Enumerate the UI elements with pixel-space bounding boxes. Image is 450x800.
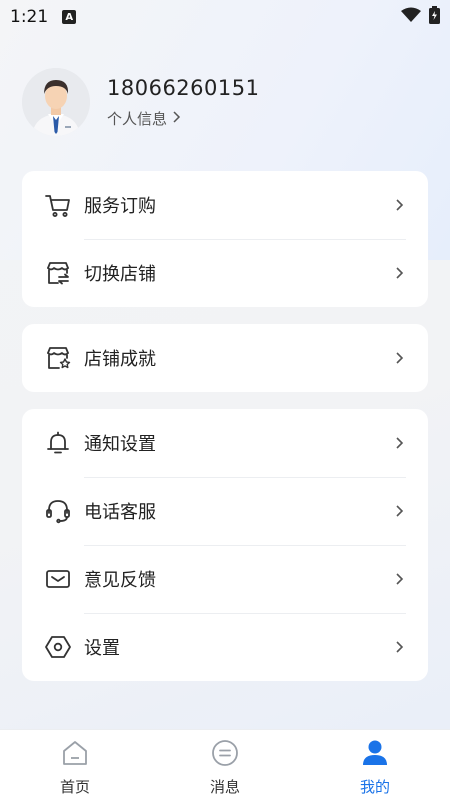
menu-card-settings: 通知设置 电话客服 意见反馈 设置 <box>22 409 428 681</box>
menu-item-label: 切换店铺 <box>84 264 156 285</box>
store-achievement-icon <box>44 344 72 372</box>
menu-item-label: 电话客服 <box>84 502 156 523</box>
chevron-right-icon <box>392 640 406 654</box>
menu-item-switch-store[interactable]: 切换店铺 <box>22 239 428 307</box>
tab-label: 我的 <box>359 778 390 796</box>
menu-item-label: 意见反馈 <box>84 570 156 591</box>
personal-info-link[interactable]: 个人信息 <box>107 108 259 129</box>
chevron-right-icon <box>392 504 406 518</box>
phone-number: 18066260151 <box>107 75 260 100</box>
user-icon <box>360 738 390 772</box>
home-icon <box>60 738 90 772</box>
headset-icon <box>44 497 72 525</box>
battery-icon <box>429 5 440 29</box>
menu-item-label: 通知设置 <box>84 434 156 455</box>
mail-icon <box>44 565 72 593</box>
avatar[interactable] <box>22 68 90 136</box>
chevron-right-icon <box>392 198 406 212</box>
profile-header: 18066260151 个人信息 <box>22 68 259 136</box>
tab-messages[interactable]: 消息 <box>150 730 300 800</box>
tab-label: 首页 <box>59 778 90 796</box>
status-time: 1:21 <box>10 7 49 27</box>
status-indicators <box>401 5 440 29</box>
menu-item-phone-support[interactable]: 电话客服 <box>22 477 428 545</box>
menu-item-feedback[interactable]: 意见反馈 <box>22 545 428 613</box>
menu-item-service-order[interactable]: 服务订购 <box>22 171 428 239</box>
menu-item-label: 设置 <box>84 638 120 659</box>
menu-item-notification-settings[interactable]: 通知设置 <box>22 409 428 477</box>
cart-icon <box>44 191 72 219</box>
store-switch-icon <box>44 259 72 287</box>
status-bar: 1:21 A <box>0 0 450 34</box>
tab-mine[interactable]: 我的 <box>300 730 450 800</box>
wifi-icon <box>401 7 421 28</box>
chevron-right-icon <box>392 572 406 586</box>
menu-item-label: 服务订购 <box>84 196 156 217</box>
message-icon <box>210 738 240 772</box>
settings-hex-icon <box>44 633 72 661</box>
chevron-right-icon <box>171 109 181 127</box>
bottom-tab-bar: 首页 消息 我的 <box>0 729 450 800</box>
chevron-right-icon <box>392 266 406 280</box>
chevron-right-icon <box>392 436 406 450</box>
chevron-right-icon <box>392 351 406 365</box>
tab-home[interactable]: 首页 <box>0 730 150 800</box>
menu-item-settings[interactable]: 设置 <box>22 613 428 681</box>
bell-icon <box>44 429 72 457</box>
personal-info-label: 个人信息 <box>107 109 168 128</box>
menu-card-achievement: 店铺成就 <box>22 324 428 392</box>
menu-card-orders: 服务订购 切换店铺 <box>22 171 428 307</box>
menu-item-label: 店铺成就 <box>84 349 156 370</box>
menu-item-store-achievement[interactable]: 店铺成就 <box>22 324 428 392</box>
notification-a-icon: A <box>62 10 77 24</box>
tab-label: 消息 <box>209 778 240 796</box>
